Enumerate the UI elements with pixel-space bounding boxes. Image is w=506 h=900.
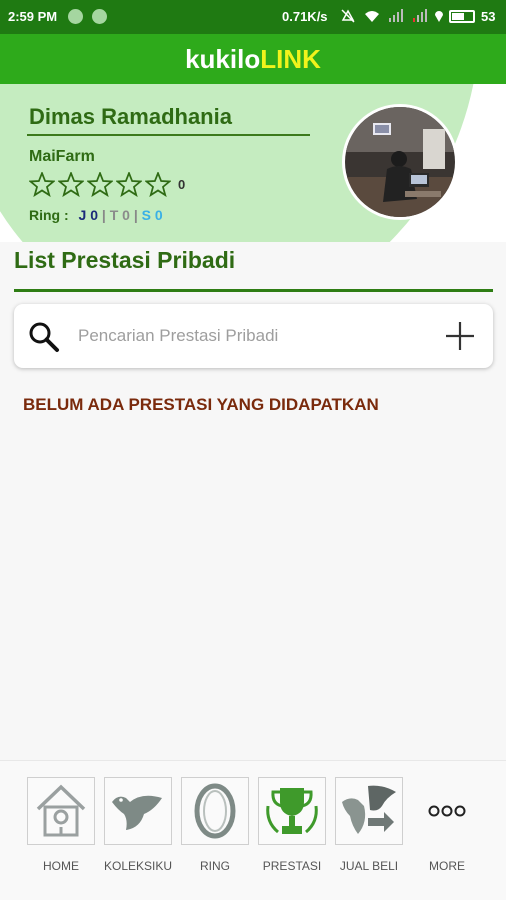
page-title: List Prestasi Pribadi <box>14 247 236 273</box>
star-empty-icon <box>87 172 113 197</box>
nav-jual-beli[interactable]: JUAL BELI <box>334 777 404 873</box>
profile-avatar[interactable] <box>342 104 458 220</box>
profile-name: Dimas Ramadhania <box>29 104 232 129</box>
wifi-icon <box>365 11 379 22</box>
user-photo <box>345 107 455 217</box>
nav-prestasi-tile[interactable] <box>258 777 326 845</box>
signal-icon <box>413 9 427 22</box>
star-empty-icon <box>29 172 55 197</box>
network-speed: 0.71K/s <box>282 9 328 24</box>
search-input[interactable] <box>78 320 418 352</box>
ring-separator: | <box>101 207 106 223</box>
nav-jual-beli-tile[interactable] <box>335 777 403 845</box>
nav-label: MORE <box>429 859 465 873</box>
status-bar: 2:59 PM 0.71K/s 53 <box>0 0 506 34</box>
bottom-navigation: HOME KOLEKSIKU RING PRESTASI JUAL BELI M… <box>0 760 506 900</box>
nav-label: HOME <box>43 859 79 873</box>
notification-icon <box>68 9 83 24</box>
app-title-part2: LINK <box>260 44 321 74</box>
star-rating: 0 <box>29 172 185 197</box>
app-bar: kukiloLINK <box>0 34 506 84</box>
app-title-part1: kukilo <box>185 44 261 74</box>
bird-icon <box>112 795 162 830</box>
nav-ring-tile[interactable] <box>181 777 249 845</box>
more-dots-icon <box>428 805 466 817</box>
status-time: 2:59 PM <box>8 9 58 24</box>
star-empty-icon <box>58 172 84 197</box>
plus-icon[interactable] <box>444 320 476 352</box>
ring-label: Ring : <box>29 207 69 223</box>
search-bar <box>14 304 493 368</box>
ring-t-count: T 0 <box>109 207 130 223</box>
nav-more[interactable]: MORE <box>412 777 482 873</box>
trade-bird-icon <box>342 785 396 834</box>
location-icon <box>435 11 443 22</box>
nav-label: JUAL BELI <box>339 859 399 873</box>
ring-separator: | <box>133 207 138 223</box>
nav-label: RING <box>200 859 230 873</box>
name-underline <box>27 134 310 136</box>
battery-level: 53 <box>481 9 496 24</box>
ring-s-count: S 0 <box>141 207 163 223</box>
ring-summary: Ring : J 0 | T 0 | S 0 <box>29 207 163 223</box>
nav-label: PRESTASI <box>262 859 322 873</box>
nav-koleksiku-tile[interactable] <box>104 777 172 845</box>
search-icon[interactable] <box>28 321 60 353</box>
battery-icon <box>449 10 475 23</box>
ring-icon <box>194 783 236 839</box>
rating-count: 0 <box>178 177 186 192</box>
notification-icon <box>92 9 107 24</box>
title-underline <box>14 289 493 292</box>
birdhouse-icon <box>36 784 86 837</box>
mute-icon <box>341 9 355 23</box>
nav-more-tile[interactable] <box>413 777 481 845</box>
nav-home[interactable]: HOME <box>26 777 96 873</box>
nav-home-tile[interactable] <box>27 777 95 845</box>
nav-ring[interactable]: RING <box>180 777 250 873</box>
farm-name: MaiFarm <box>29 148 95 165</box>
nav-label: KOLEKSIKU <box>103 859 173 873</box>
star-empty-icon <box>145 172 171 197</box>
nav-prestasi[interactable]: PRESTASI <box>257 777 327 873</box>
empty-state-message: BELUM ADA PRESTASI YANG DIDAPATKAN <box>23 395 379 414</box>
trophy-icon <box>266 788 318 834</box>
nav-koleksiku[interactable]: KOLEKSIKU <box>103 777 173 873</box>
ring-j-count: J 0 <box>78 207 99 223</box>
signal-icon <box>389 9 403 22</box>
star-empty-icon <box>116 172 142 197</box>
